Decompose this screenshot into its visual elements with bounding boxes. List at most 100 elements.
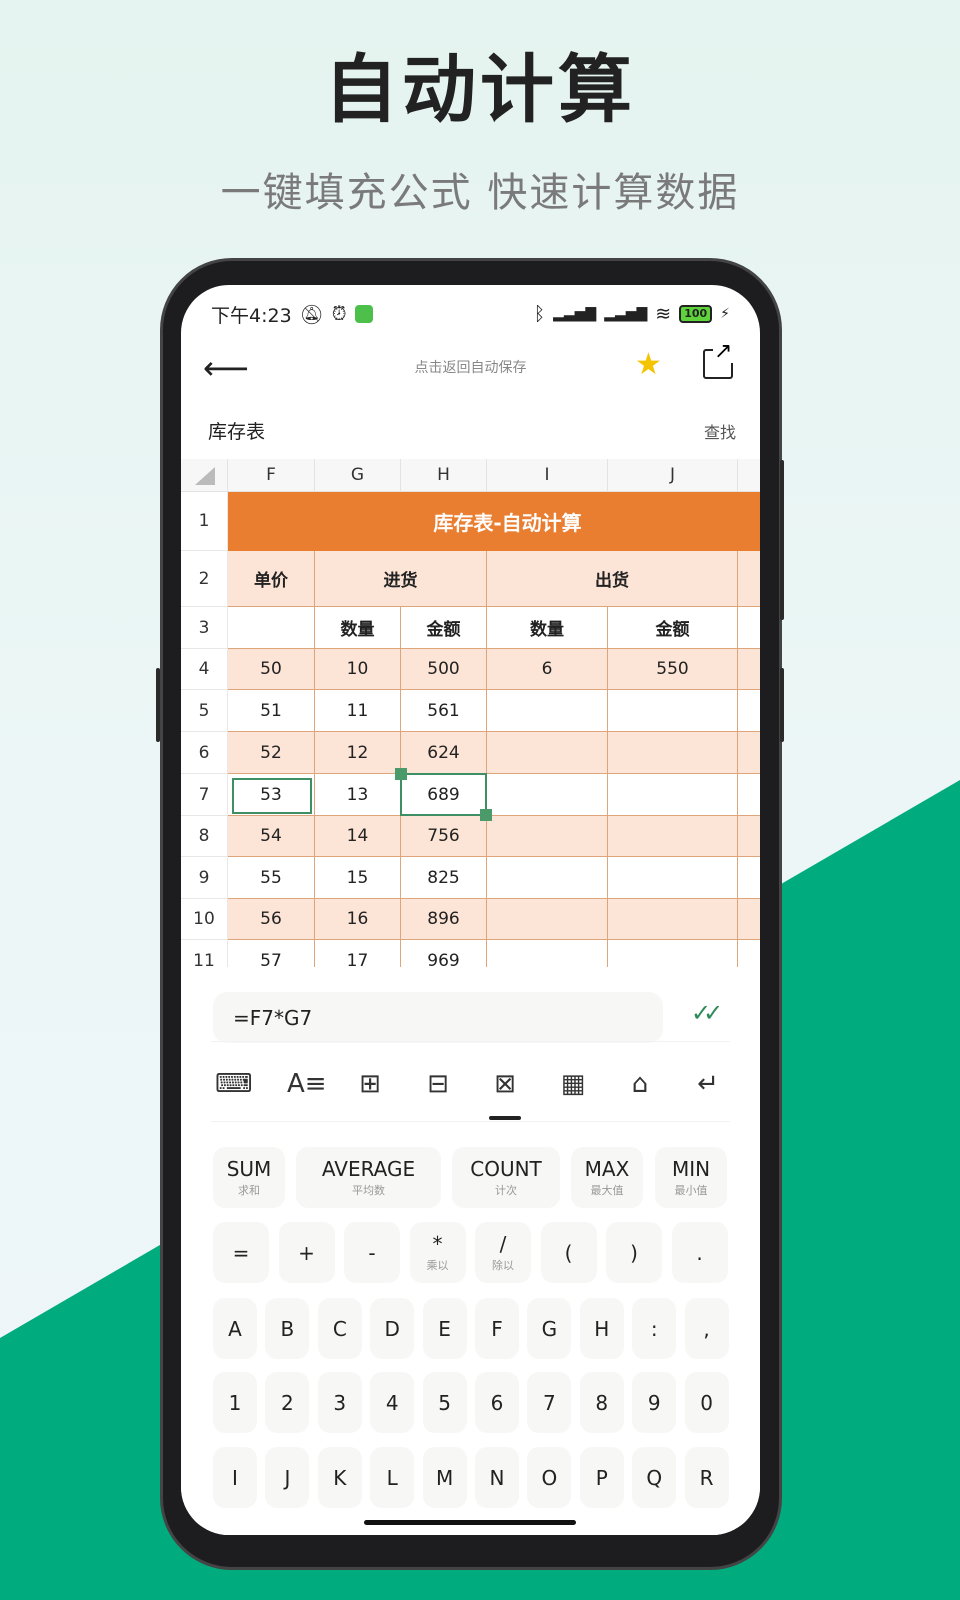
enter-icon[interactable]: ↵ (691, 1067, 725, 1101)
selection-handle[interactable] (480, 809, 492, 821)
table-cell[interactable]: 13 (315, 774, 401, 816)
table-cell[interactable] (738, 732, 760, 774)
row-header[interactable]: 10 (181, 899, 228, 940)
column-header[interactable]: G (315, 459, 401, 492)
table-cell[interactable] (487, 732, 608, 774)
cell-subheader[interactable]: 金额 (608, 607, 738, 649)
key-D[interactable]: D (370, 1298, 415, 1359)
table-cell[interactable]: 756 (401, 816, 487, 857)
key-7[interactable]: 7 (527, 1372, 572, 1433)
grid-icon[interactable]: ▦ (556, 1067, 590, 1101)
back-button[interactable]: ⟵ (203, 349, 249, 387)
key-2[interactable]: 2 (265, 1372, 310, 1433)
key-0[interactable]: 0 (684, 1372, 729, 1433)
key-F[interactable]: F (475, 1298, 519, 1359)
row-header[interactable]: 11 (181, 940, 228, 967)
star-icon[interactable]: ★ (635, 347, 662, 382)
cell-subheader[interactable]: 数量 (315, 607, 401, 649)
layout-icon[interactable]: ⊟ (421, 1067, 455, 1101)
key-L[interactable]: L (370, 1447, 415, 1508)
cell-subheader[interactable]: 数量 (487, 607, 608, 649)
formula-icon[interactable]: ⊠ (488, 1067, 522, 1101)
table-cell[interactable]: 500 (401, 649, 487, 690)
table-cell[interactable] (738, 774, 760, 816)
sheet-title-cell[interactable]: 库存表-自动计算 (228, 492, 760, 551)
key-B[interactable]: B (265, 1298, 310, 1359)
symbol-key[interactable]: . (671, 1222, 728, 1283)
table-cell[interactable] (608, 732, 738, 774)
key-E[interactable]: E (422, 1298, 467, 1359)
table-cell[interactable]: 15 (315, 857, 401, 899)
keyboard-icon[interactable]: ⌨︎ (215, 1067, 253, 1101)
row-header[interactable]: 1 (181, 492, 228, 551)
table-cell[interactable] (487, 690, 608, 732)
cell-subheader[interactable]: 金额 (401, 607, 487, 649)
table-cell[interactable] (608, 857, 738, 899)
key-4[interactable]: 4 (370, 1372, 415, 1433)
symbol-key[interactable]: ) (606, 1222, 662, 1283)
table-cell[interactable] (487, 816, 608, 857)
symbol-key[interactable]: - (344, 1222, 400, 1283)
cell-subheader[interactable] (228, 607, 315, 649)
table-cell[interactable] (608, 899, 738, 940)
table-cell[interactable]: 11 (315, 690, 401, 732)
function-key-sum[interactable]: SUM 求和 (213, 1147, 285, 1208)
text-format-icon[interactable]: A≡ (287, 1067, 327, 1101)
table-cell[interactable] (487, 940, 608, 967)
cell[interactable] (738, 551, 760, 607)
spreadsheet-grid[interactable]: F G H I J 1 2 3 4 5 6 7 8 9 10 11 库存表-自动计算 单价 进货 出货 数量 金额 数量 金额… (181, 459, 760, 967)
symbol-key[interactable]: / 除以 (475, 1222, 531, 1283)
select-all-corner[interactable] (181, 459, 228, 492)
key-6[interactable]: 6 (475, 1372, 519, 1433)
table-cell[interactable]: 896 (401, 899, 487, 940)
cell-header-out[interactable]: 出货 (487, 551, 738, 607)
symbol-key[interactable]: + (278, 1222, 335, 1283)
find-button[interactable]: 查找 (704, 419, 736, 443)
table-cell[interactable]: 561 (401, 690, 487, 732)
table-cell[interactable] (738, 690, 760, 732)
table-cell[interactable] (487, 857, 608, 899)
column-header[interactable]: J (608, 459, 738, 492)
key-J[interactable]: J (265, 1447, 310, 1508)
key-O[interactable]: O (527, 1447, 572, 1508)
table-cell[interactable] (738, 940, 760, 967)
row-header[interactable]: 4 (181, 649, 228, 690)
key-,[interactable]: , (684, 1298, 729, 1359)
table-cell[interactable]: 12 (315, 732, 401, 774)
function-key-max[interactable]: MAX 最大值 (571, 1147, 643, 1208)
function-key-count[interactable]: COUNT 计次 (452, 1147, 560, 1208)
column-header[interactable] (738, 459, 760, 492)
table-cell[interactable]: 969 (401, 940, 487, 967)
column-header[interactable]: I (487, 459, 608, 492)
clear-icon[interactable]: ⌂ (623, 1067, 657, 1101)
table-cell[interactable] (738, 899, 760, 940)
cell-header-in[interactable]: 进货 (315, 551, 487, 607)
key-K[interactable]: K (317, 1447, 362, 1508)
table-cell[interactable] (608, 690, 738, 732)
row-header[interactable]: 7 (181, 774, 228, 816)
double-check-icon[interactable]: ✓✓ (691, 999, 723, 1027)
column-header[interactable]: F (228, 459, 315, 492)
key-C[interactable]: C (317, 1298, 362, 1359)
key-P[interactable]: P (579, 1447, 624, 1508)
row-header[interactable]: 9 (181, 857, 228, 899)
table-cell[interactable]: 55 (228, 857, 315, 899)
table-cell[interactable] (738, 816, 760, 857)
table-cell[interactable] (608, 816, 738, 857)
row-header[interactable]: 3 (181, 607, 228, 649)
key-:[interactable]: : (632, 1298, 677, 1359)
table-cell[interactable]: 6 (487, 649, 608, 690)
key-3[interactable]: 3 (317, 1372, 362, 1433)
row-header[interactable]: 8 (181, 816, 228, 857)
table-cell[interactable] (608, 940, 738, 967)
row-header[interactable]: 2 (181, 551, 228, 607)
key-5[interactable]: 5 (422, 1372, 467, 1433)
symbol-key[interactable]: ( (540, 1222, 597, 1283)
table-cell[interactable]: 550 (608, 649, 738, 690)
key-H[interactable]: H (579, 1298, 624, 1359)
cell-subheader[interactable] (738, 607, 760, 649)
key-N[interactable]: N (475, 1447, 519, 1508)
key-Q[interactable]: Q (632, 1447, 677, 1508)
key-R[interactable]: R (684, 1447, 729, 1508)
key-I[interactable]: I (213, 1447, 257, 1508)
